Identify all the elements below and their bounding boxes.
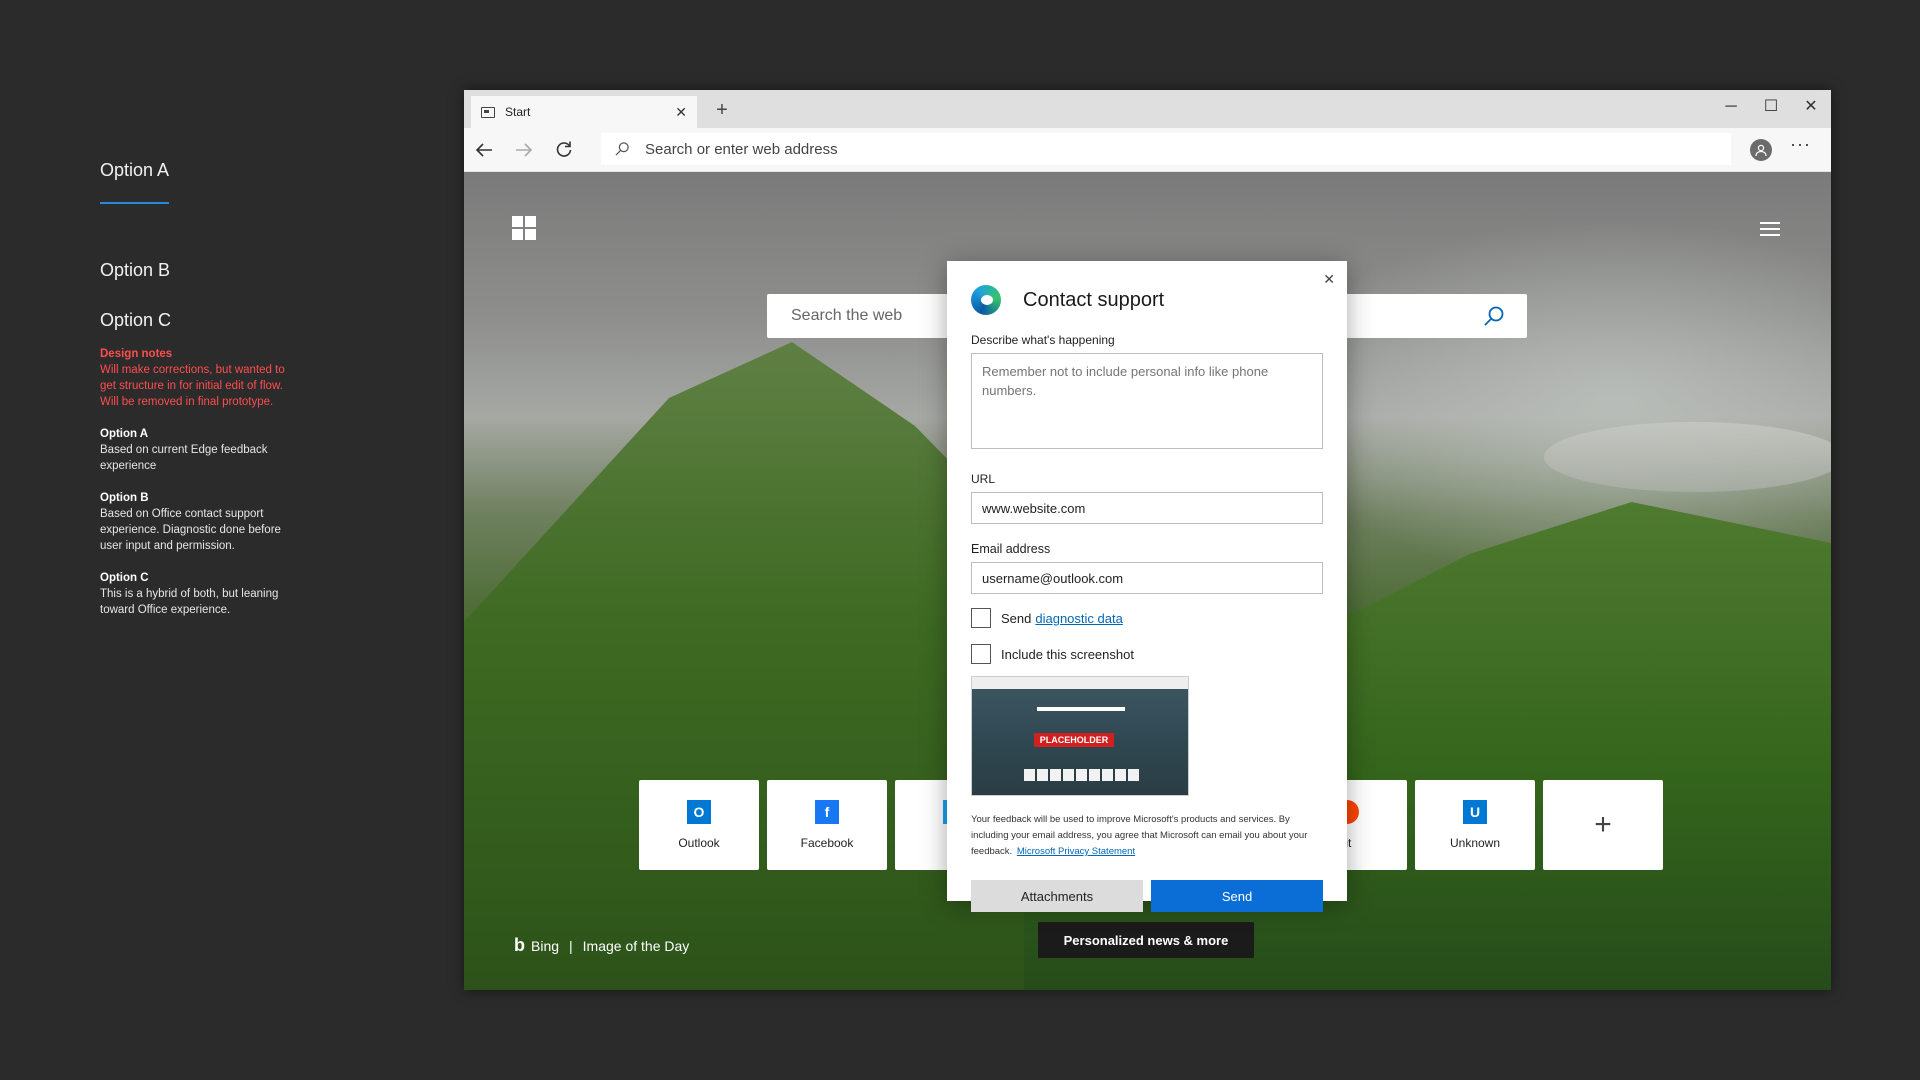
tile-facebook[interactable]: f Facebook [767,780,887,870]
option-b-link[interactable]: Option B [100,260,171,280]
diagnostic-row: Send diagnostic data [971,608,1323,628]
describe-label: Describe what's happening [971,333,1115,347]
url-label: URL [971,472,996,486]
tab-close-icon[interactable]: ✕ [675,104,687,121]
address-bar[interactable]: Search or enter web address [601,133,1731,165]
tile-unknown[interactable]: U Unknown [1415,780,1535,870]
option-c-title: Option C [100,572,149,584]
contact-support-dialog: ✕ Contact support Describe what's happen… [947,261,1347,912]
option-a-title: Option A [100,428,149,440]
thumb-search-bar [1037,707,1125,711]
option-c-body: This is a hybrid of both, but leaning to… [100,588,279,616]
dialog-buttons: Attachments Send [971,880,1323,912]
separator: | [569,937,573,954]
tile-label: Facebook [800,836,854,850]
refresh-icon [556,141,572,157]
add-site-button[interactable]: + [1543,780,1663,870]
back-arrow-icon [475,142,492,157]
bing-label: Bing [531,937,560,954]
option-c-link[interactable]: Option C [100,310,171,330]
profile-avatar[interactable] [1750,139,1772,161]
bing-logo-icon: b [514,935,525,955]
tile-outlook[interactable]: O Outlook [639,780,759,870]
send-prefix: Send [1001,610,1032,626]
screenshot-row: Include this screenshot [971,644,1323,664]
email-label: Email address [971,542,1051,556]
background-lake [1544,422,1831,492]
toolbar: Search or enter web address ··· [464,128,1831,172]
option-a-body: Based on current Edge feedback experienc… [100,444,268,472]
dialog-header: Contact support [971,285,1323,315]
back-button[interactable] [464,128,504,172]
image-of-day-label: Image of the Day [582,937,690,954]
option-b-title: Option B [100,492,149,504]
option-a-link[interactable]: Option A [100,160,170,204]
url-field[interactable] [971,492,1323,524]
option-b-body: Based on Office contact support experien… [100,508,281,552]
maximize-icon[interactable]: ☐ [1751,90,1791,126]
address-placeholder: Search or enter web address [645,140,838,158]
notes-title: Design notes [100,348,173,360]
dialog-close-icon[interactable]: ✕ [1323,271,1335,288]
include-screenshot-label: Include this screenshot [1001,646,1134,662]
bing-credit[interactable]: b Bing | Image of the Day [514,935,689,956]
edge-logo-icon [971,285,1001,315]
privacy-link[interactable]: Microsoft Privacy Statement [1017,846,1135,857]
tab-start[interactable]: Start ✕ [471,96,697,128]
forward-button[interactable] [504,128,544,172]
placeholder-label: PLACEHOLDER [1034,733,1114,747]
more-options-icon[interactable]: ··· [1790,134,1811,155]
screenshot-checkbox[interactable] [971,644,991,664]
option-list: Option A Option B Option C [100,160,171,360]
dialog-title: Contact support [1023,288,1165,311]
page-settings-menu-icon[interactable] [1760,222,1780,240]
minimize-icon[interactable]: ─ [1711,90,1751,126]
person-icon [1755,144,1767,157]
tile-label: Unknown [1449,836,1501,850]
diagnostic-checkbox[interactable] [971,608,991,628]
refresh-button[interactable] [544,128,584,172]
tab-title: Start [505,105,531,119]
notes-body: Will make corrections, but wanted to get… [100,364,285,408]
personalized-news-button[interactable]: Personalized news & more [1038,922,1254,958]
new-tab-button[interactable]: + [708,96,736,124]
describe-textarea[interactable] [971,353,1323,449]
app-launcher-icon[interactable] [512,216,536,240]
unknown-icon: U [1463,800,1487,824]
design-notes: Design notes Will make corrections, but … [100,346,290,634]
facebook-icon: f [815,800,839,824]
outlook-icon: O [687,800,711,824]
title-bar: Start ✕ + ─ ☐ ✕ [464,90,1831,128]
tile-label: Outlook [678,836,720,850]
thumb-tiles [1024,769,1139,781]
diagnostic-data-link[interactable]: diagnostic data [1035,611,1122,626]
legal-notice: Your feedback will be used to improve Mi… [971,812,1323,860]
newtab-favicon-icon [481,106,495,118]
email-field[interactable] [971,562,1323,594]
search-icon [615,142,629,156]
send-button[interactable]: Send [1151,880,1323,912]
web-search-placeholder: Search the web [791,307,903,324]
window-close-icon[interactable]: ✕ [1791,90,1831,126]
plus-icon: + [1594,808,1612,841]
screenshot-thumbnail: PLACEHOLDER [971,676,1189,796]
forward-arrow-icon [516,142,533,157]
web-search-icon[interactable] [1483,305,1505,327]
attachments-button[interactable]: Attachments [971,880,1143,912]
